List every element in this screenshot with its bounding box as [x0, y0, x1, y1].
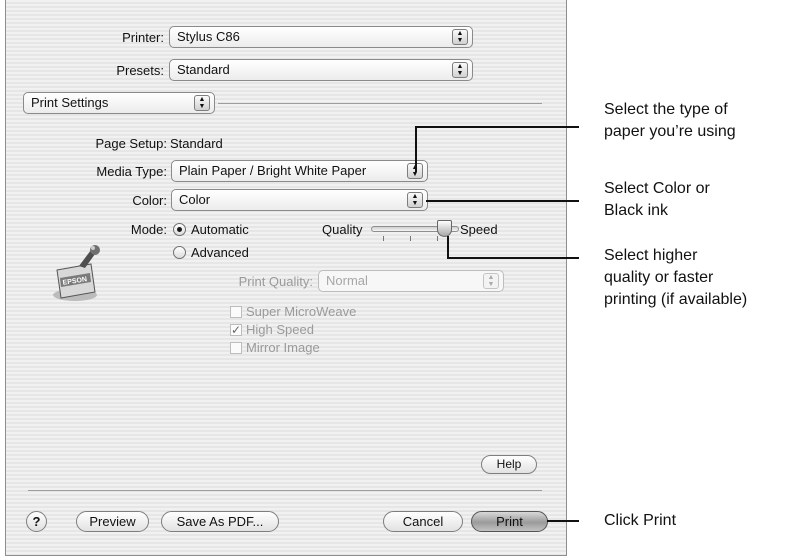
updown-arrows-icon: ▲▼	[483, 273, 499, 289]
panel-popup[interactable]: Print Settings ▲ ▼	[23, 92, 215, 114]
advanced-label: Advanced	[191, 245, 249, 260]
callout-print: Click Print	[604, 512, 677, 529]
quality-label: Quality	[322, 222, 363, 237]
callout-color-2: Black ink	[604, 202, 669, 219]
question-help-button[interactable]: ?	[26, 511, 47, 532]
mirror-image-label: Mirror Image	[246, 340, 320, 355]
slider-tick	[410, 236, 411, 241]
automatic-radio[interactable]	[173, 223, 186, 236]
super-microweave-label: Super MicroWeave	[246, 304, 357, 319]
media-callout-line-vertical	[415, 126, 417, 172]
color-label: Color:	[132, 193, 167, 208]
callout-mode-2: quality or faster	[604, 269, 714, 286]
mirror-image-checkbox[interactable]	[230, 342, 242, 354]
mode-callout-line	[447, 257, 579, 259]
updown-arrows-icon: ▲▼	[194, 95, 210, 111]
media-type-popup[interactable]: Plain Paper / Bright White Paper ▲▼	[171, 160, 428, 182]
color-value: Color	[179, 192, 211, 207]
page-setup-label: Page Setup:	[95, 136, 167, 151]
media-callout-line	[415, 126, 579, 128]
speed-label: Speed	[460, 222, 498, 237]
slider-thumb[interactable]	[437, 220, 453, 237]
help-button[interactable]: Help	[481, 455, 537, 474]
callout-media-1: Select the type of	[604, 101, 728, 118]
print-quality-value: Normal	[326, 273, 368, 288]
printer-popup[interactable]: Stylus C86 ▲ ▼	[169, 26, 473, 48]
mode-label: Mode:	[130, 222, 167, 237]
updown-arrows-icon: ▲▼	[407, 192, 423, 208]
print-dialog: Printer: Stylus C86 ▲ ▼ Presets: Standard…	[5, 0, 567, 556]
media-type-label: Media Type:	[96, 164, 167, 179]
updown-arrows-icon: ▲▼	[452, 62, 468, 78]
checkmark-icon: ✓	[231, 323, 242, 337]
printer-label: Printer:	[122, 30, 164, 45]
panel-divider	[218, 103, 542, 104]
print-callout-line	[547, 520, 579, 522]
color-popup[interactable]: Color ▲ ▼	[171, 189, 428, 211]
cancel-button[interactable]: Cancel	[383, 511, 463, 532]
slider-tick	[383, 236, 384, 241]
slider-tick	[437, 236, 438, 241]
super-microweave-checkbox[interactable]	[230, 306, 242, 318]
print-button[interactable]: Print	[471, 511, 548, 532]
presets-popup[interactable]: Standard ▲ ▼	[169, 59, 473, 81]
page-setup-value: Standard	[170, 136, 223, 151]
callout-color-1: Select Color or	[604, 180, 710, 197]
print-quality-label: Print Quality:	[238, 274, 313, 289]
save-as-pdf-button[interactable]: Save As PDF...	[161, 511, 279, 532]
high-speed-checkbox[interactable]: ✓	[230, 324, 242, 336]
epson-printer-logo-icon: EPSON	[53, 245, 100, 301]
automatic-label: Automatic	[191, 222, 249, 237]
footer-divider	[28, 490, 542, 491]
presets-label: Presets:	[116, 63, 164, 78]
media-type-value: Plain Paper / Bright White Paper	[179, 163, 367, 178]
preview-button[interactable]: Preview	[76, 511, 149, 532]
mode-callout-line-vertical	[447, 236, 449, 258]
presets-value: Standard	[177, 62, 230, 77]
updown-arrows-icon: ▲▼	[452, 29, 468, 45]
callout-mode-1: Select higher	[604, 247, 698, 264]
callout-mode-3: printing (if available)	[604, 291, 748, 308]
printer-value: Stylus C86	[177, 29, 240, 44]
callout-media-2: paper you’re using	[604, 123, 736, 140]
color-callout-line	[426, 200, 579, 202]
panel-value: Print Settings	[31, 95, 109, 110]
advanced-radio[interactable]	[173, 246, 186, 259]
print-quality-popup[interactable]: Normal ▲ ▼	[318, 270, 504, 292]
high-speed-label: High Speed	[246, 322, 314, 337]
